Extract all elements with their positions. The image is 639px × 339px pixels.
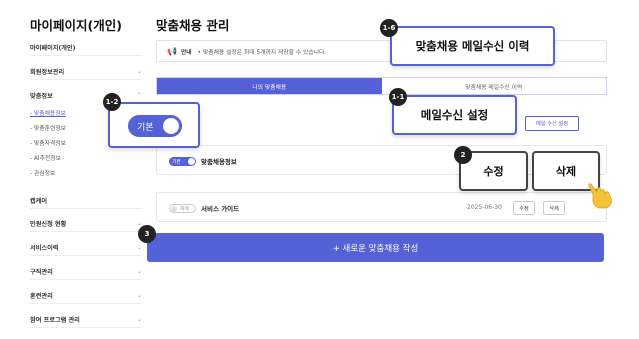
create-custom-job-button[interactable]: + 새로운 맞춤채용 작성 (147, 233, 604, 262)
callout-badge: 2 (454, 146, 472, 164)
sidebar-item-custom-info[interactable]: 맞춤정보 ⌃ (30, 87, 142, 103)
chevron-down-icon: ⌄ (136, 244, 142, 251)
default-toggle[interactable]: 해제 (169, 204, 196, 213)
sidebar-item-label: 참여 프로그램 관리 (30, 317, 80, 324)
delete-button[interactable]: 삭제 (543, 201, 565, 215)
tab-my-custom-jobs[interactable]: 나의 맞춤채용 (157, 78, 382, 94)
sidebar-subitem-interest[interactable]: - 관심정보 (30, 168, 55, 177)
sidebar-item-label: 민원신청 현황 (30, 221, 67, 228)
card-date: 2025-06-30 (467, 204, 502, 211)
tab-bar: 나의 맞춤채용 맞춤채용 메일수신 이력 (156, 77, 607, 95)
card-name: 서비스 가이드 (201, 205, 240, 213)
page-title: 맞춤채용 관리 (156, 18, 230, 33)
sidebar-item-label: 훈련관리 (30, 293, 53, 300)
callout-mail-history: 맞춤채용 메일수신 이력 (390, 26, 555, 66)
edit-button[interactable]: 수정 (513, 201, 535, 215)
chevron-down-icon: ⌄ (136, 268, 142, 275)
tab-mail-history[interactable]: 맞춤채용 메일수신 이력 (381, 78, 606, 94)
sidebar-item-member-info[interactable]: 회원정보관리 ⌄ (30, 64, 142, 80)
sidebar-item-job-search[interactable]: 구직관리 ⌄ (30, 264, 142, 280)
callout-badge: 1-6 (380, 19, 398, 37)
sidebar-item-training[interactable]: 훈련관리 ⌄ (30, 288, 142, 304)
card-name: 맞춤채용정보 (201, 158, 237, 166)
callout-badge: 3 (138, 225, 156, 243)
sidebar-item-service-history[interactable]: 서비스이력 ⌄ (30, 240, 142, 256)
sidebar-subitem-custom-license[interactable]: - 맞춤자격정보 (30, 138, 66, 147)
default-toggle[interactable]: 기본 (169, 157, 196, 166)
callout-mail-setting: 메일수신 설정 (392, 95, 517, 135)
chevron-up-icon: ⌃ (136, 91, 142, 99)
sidebar-item-civil-status[interactable]: 민원신청 현황 ⌄ (30, 216, 142, 232)
mail-setting-button[interactable]: 메일 수신 설정 (525, 116, 579, 131)
megaphone-icon: 📢 (167, 46, 177, 56)
pointing-hand-icon (588, 183, 612, 209)
callout-toggle-example: 기본 (128, 115, 182, 137)
sidebar-item-label: 구직관리 (30, 269, 53, 276)
sidebar-item-label: 맞춤정보 (30, 92, 53, 100)
notice-text: • 맞춤채용 설정은 최대 5개까지 저장할 수 있습니다. (197, 49, 327, 56)
sidebar-item-mypage[interactable]: 마이페이지(개인) (30, 40, 142, 56)
chevron-down-icon: ⌄ (136, 316, 142, 323)
sidebar-subitem-custom-jobs[interactable]: - 맞춤채용정보 (30, 108, 66, 117)
chevron-down-icon: ⌄ (136, 68, 142, 75)
sidebar-subitem-custom-training[interactable]: - 맞춤훈련정보 (30, 123, 66, 132)
sidebar-item-cap-care[interactable]: 캡케어 (30, 193, 142, 209)
sidebar-item-label: 마이페이지(개인) (30, 45, 76, 52)
sidebar-item-programs[interactable]: 참여 프로그램 관리 ⌄ (30, 312, 142, 328)
callout-badge: 1-1 (389, 88, 407, 106)
sidebar-subitem-ai-recommend[interactable]: - AI추천정보 (30, 153, 61, 162)
sidebar-item-label: 서비스이력 (30, 245, 59, 252)
custom-job-card: 해제 서비스 가이드 2025-06-30 수정 삭제 (156, 192, 607, 222)
sidebar-item-label: 회원정보관리 (30, 69, 65, 76)
sidebar-title: 마이페이지(개인) (30, 18, 122, 33)
sidebar: 마이페이지(개인) 마이페이지(개인) 회원정보관리 ⌄ 맞춤정보 ⌃ - 맞춤… (0, 0, 150, 339)
callout-badge: 1-2 (103, 93, 121, 111)
sidebar-item-label: 캡케어 (30, 198, 48, 205)
notice-label: 안내 (180, 49, 192, 56)
chevron-down-icon: ⌄ (136, 292, 142, 299)
